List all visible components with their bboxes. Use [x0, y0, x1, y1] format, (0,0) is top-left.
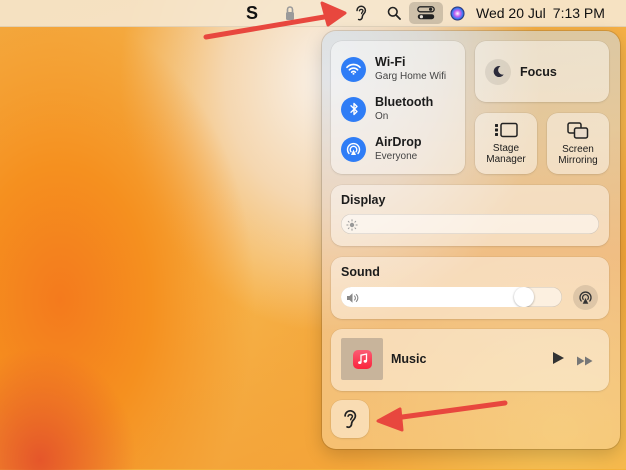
search-icon[interactable] [383, 0, 405, 26]
siri-icon[interactable] [446, 0, 468, 26]
brightness-slider[interactable] [341, 214, 599, 234]
menubar-app-icon[interactable]: S [240, 0, 264, 26]
play-icon[interactable] [552, 351, 565, 370]
album-art [341, 338, 383, 380]
music-app-icon [352, 349, 372, 369]
sun-icon [346, 218, 358, 234]
focus-label: Focus [520, 64, 557, 79]
menubar-time: 7:13 PM [552, 5, 605, 21]
volume-fill [341, 287, 534, 307]
hearing-module-button[interactable] [331, 400, 369, 438]
wifi-label: Wi-Fi [375, 55, 406, 69]
hearing-icon[interactable] [350, 0, 372, 26]
airdrop-toggle[interactable]: AirDrop Everyone [341, 135, 422, 163]
display-tile: Display [331, 185, 609, 246]
lock-icon[interactable] [281, 0, 299, 26]
stage-manager-label: Stage Manager [486, 143, 526, 165]
app-letter: S [245, 2, 258, 23]
connectivity-tile: Wi-Fi Garg Home Wifi Bluetooth On AirDro… [331, 41, 465, 174]
now-playing-tile[interactable]: Music [331, 329, 609, 391]
hearing-icon [344, 410, 357, 429]
wifi-status: Garg Home Wifi [375, 71, 447, 82]
bluetooth-label: Bluetooth [375, 95, 434, 109]
stage-manager-tile[interactable]: Stage Manager [475, 113, 537, 174]
screen-mirroring-label: Screen Mirroring [558, 143, 598, 166]
display-title: Display [341, 193, 386, 207]
screen-mirroring-icon [567, 121, 589, 139]
airdrop-label: AirDrop [375, 135, 422, 149]
menubar-date: Wed 20 Jul [476, 5, 546, 21]
volume-knob[interactable] [514, 287, 534, 307]
focus-tile[interactable]: Focus [475, 41, 609, 102]
airdrop-icon [341, 136, 366, 162]
stage-manager-icon [495, 122, 518, 138]
sound-title: Sound [341, 265, 380, 279]
speaker-icon [346, 291, 360, 307]
bluetooth-status: On [375, 111, 389, 122]
bluetooth-toggle[interactable]: Bluetooth On [341, 95, 433, 123]
wifi-icon [341, 56, 366, 82]
screen-mirroring-tile[interactable]: Screen Mirroring [547, 113, 609, 174]
control-center-panel: Wi-Fi Garg Home Wifi Bluetooth On AirDro… [322, 31, 620, 449]
control-center-icon [409, 2, 443, 24]
sound-tile: Sound [331, 257, 609, 319]
volume-slider[interactable] [341, 287, 562, 307]
airplay-audio-icon[interactable] [573, 285, 598, 310]
wifi-toggle[interactable]: Wi-Fi Garg Home Wifi [341, 55, 446, 83]
control-center-button[interactable] [409, 0, 443, 26]
airdrop-status: Everyone [375, 151, 418, 162]
bluetooth-icon [341, 96, 366, 122]
moon-icon [485, 58, 511, 85]
music-label: Music [391, 352, 427, 366]
forward-icon[interactable] [576, 353, 594, 371]
menu-bar: S Wed 20 Jul 7:13 PM [0, 0, 626, 27]
menubar-clock[interactable]: Wed 20 Jul 7:13 PM [476, 0, 610, 26]
